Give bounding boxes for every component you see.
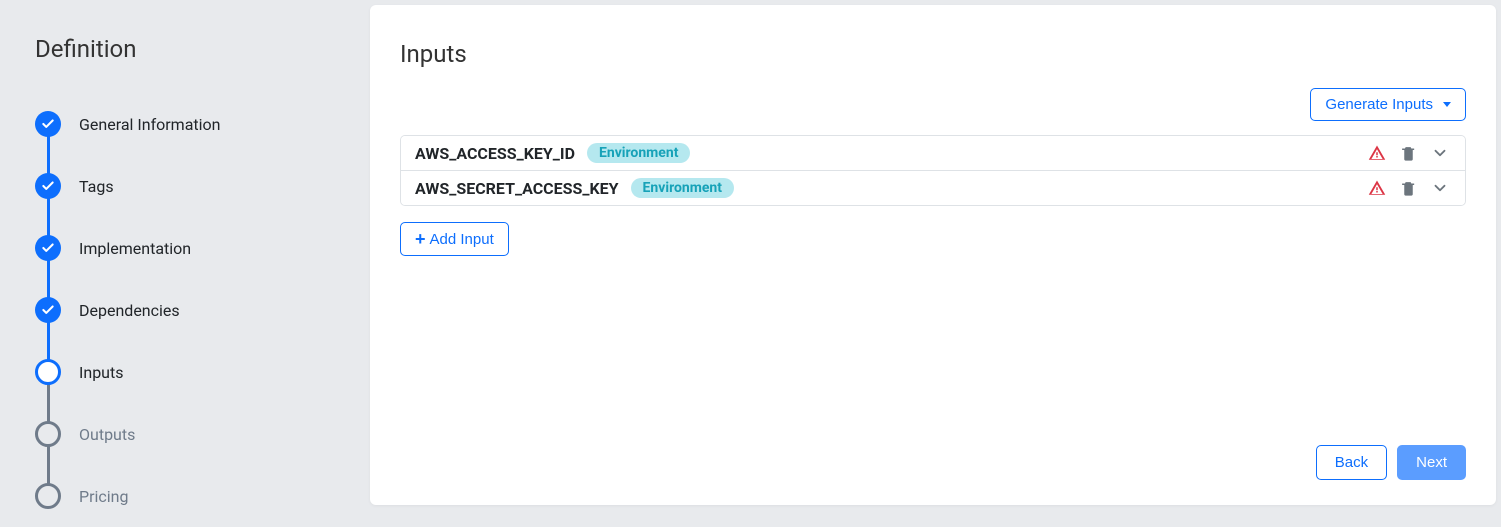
- check-icon: [35, 235, 61, 261]
- expand-button[interactable]: [1429, 177, 1451, 199]
- step-label: Implementation: [79, 239, 191, 258]
- step-tags[interactable]: Tags: [35, 155, 340, 217]
- page-title: Inputs: [400, 40, 1466, 68]
- circle-current-icon: [35, 359, 61, 385]
- row-actions: [1366, 142, 1451, 164]
- generate-inputs-button[interactable]: Generate Inputs: [1310, 88, 1466, 121]
- circle-pending-icon: [35, 421, 61, 447]
- step-label: Tags: [79, 177, 114, 196]
- step-label: Pricing: [79, 487, 129, 506]
- steps-list: General Information Tags Implementation: [35, 93, 340, 527]
- input-list: AWS_ACCESS_KEY_ID Environment AWS_SECRET…: [400, 135, 1466, 206]
- caret-down-icon: [1443, 102, 1451, 107]
- check-icon: [35, 173, 61, 199]
- step-inputs[interactable]: Inputs: [35, 341, 340, 403]
- step-label: Inputs: [79, 363, 123, 382]
- main-panel: Inputs Generate Inputs AWS_ACCESS_KEY_ID…: [370, 5, 1496, 505]
- input-row[interactable]: AWS_ACCESS_KEY_ID Environment: [401, 136, 1465, 171]
- plus-icon: +: [415, 230, 426, 248]
- step-implementation[interactable]: Implementation: [35, 217, 340, 279]
- expand-button[interactable]: [1429, 142, 1451, 164]
- next-button[interactable]: Next: [1397, 445, 1466, 480]
- step-label: Dependencies: [79, 301, 180, 320]
- generate-inputs-label: Generate Inputs: [1325, 96, 1433, 113]
- input-row[interactable]: AWS_SECRET_ACCESS_KEY Environment: [401, 171, 1465, 205]
- step-label: Outputs: [79, 425, 135, 444]
- check-icon: [35, 297, 61, 323]
- input-badge: Environment: [631, 178, 734, 198]
- top-actions: Generate Inputs: [400, 88, 1466, 121]
- step-dependencies[interactable]: Dependencies: [35, 279, 340, 341]
- step-outputs[interactable]: Outputs: [35, 403, 340, 465]
- circle-pending-icon: [35, 483, 61, 509]
- add-input-button[interactable]: + Add Input: [400, 222, 509, 256]
- add-input-label: Add Input: [430, 231, 494, 248]
- back-button[interactable]: Back: [1316, 445, 1387, 480]
- warning-icon: [1366, 177, 1388, 199]
- warning-icon: [1366, 142, 1388, 164]
- input-name: AWS_SECRET_ACCESS_KEY: [415, 179, 619, 198]
- input-name: AWS_ACCESS_KEY_ID: [415, 144, 575, 163]
- step-label: General Information: [79, 115, 221, 134]
- delete-button[interactable]: [1398, 178, 1419, 199]
- input-badge: Environment: [587, 143, 690, 163]
- add-input-container: + Add Input: [400, 222, 1466, 256]
- check-icon: [35, 111, 61, 137]
- delete-button[interactable]: [1398, 143, 1419, 164]
- footer: Back Next: [400, 445, 1466, 480]
- step-pricing[interactable]: Pricing: [35, 465, 340, 527]
- step-general-information[interactable]: General Information: [35, 93, 340, 155]
- sidebar-title: Definition: [35, 35, 340, 63]
- row-actions: [1366, 177, 1451, 199]
- sidebar: Definition General Information Tags: [0, 0, 370, 510]
